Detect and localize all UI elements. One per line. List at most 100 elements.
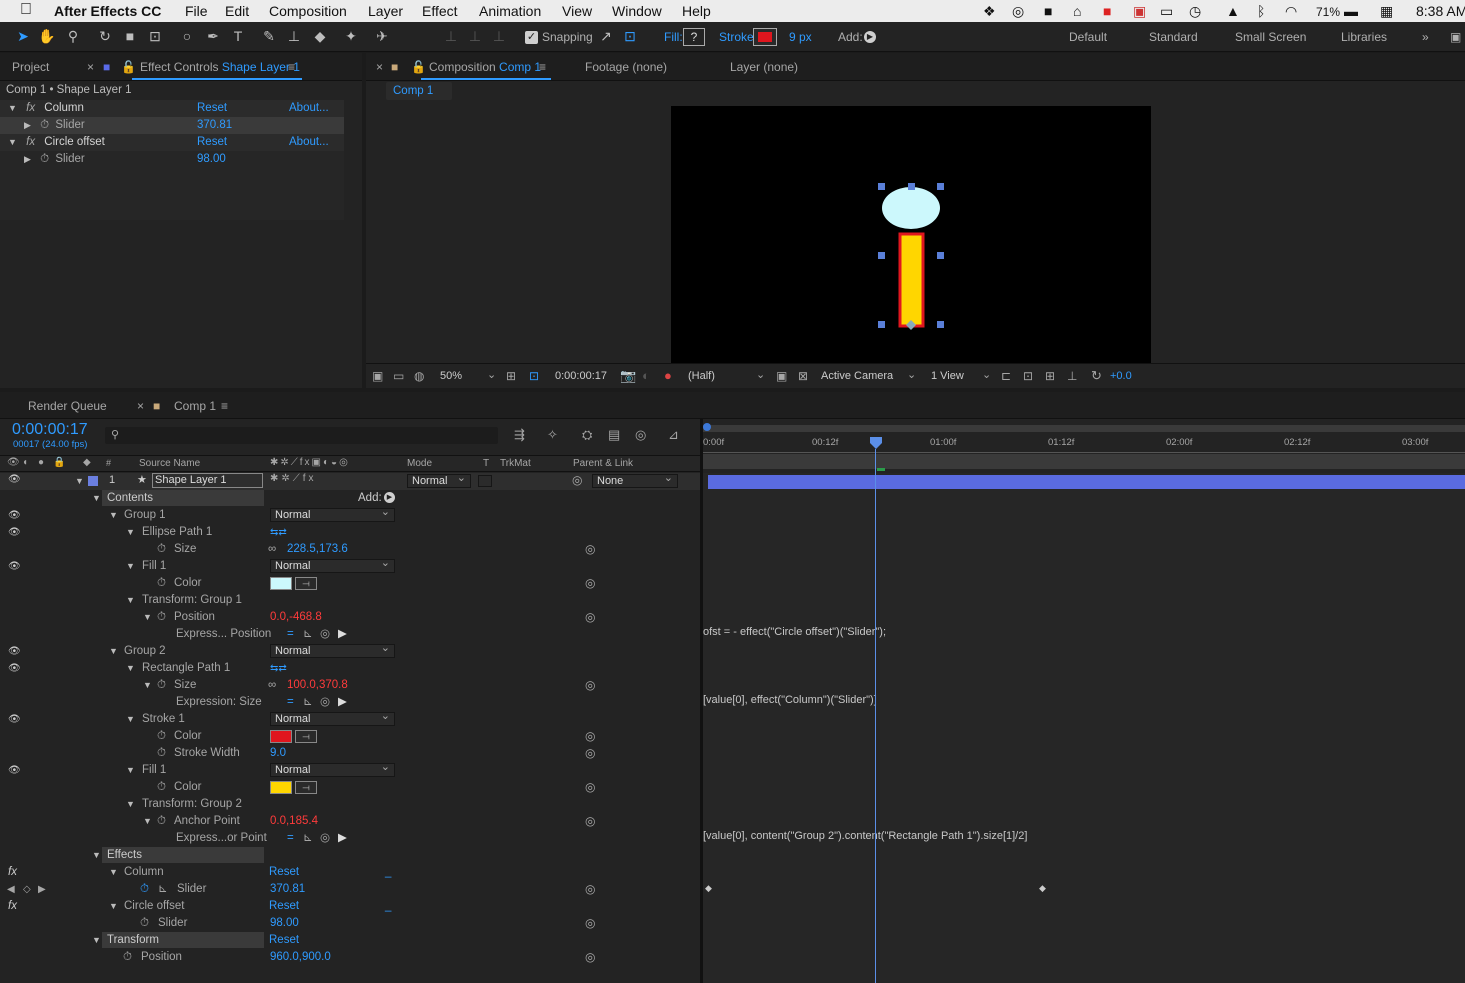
workspace-menu-icon[interactable]: ▣ [1450,30,1461,44]
fx-icon[interactable]: fx [8,898,17,915]
blend-mode-dropdown[interactable]: Normal [270,642,395,658]
selection-tool-icon[interactable]: ➤ [14,27,32,45]
expression-menu-icon[interactable]: ▶ [338,694,347,711]
camera-tool-icon[interactable]: ■ [121,27,139,45]
workspace-libraries[interactable]: Libraries [1341,30,1387,44]
reset-button[interactable]: Reset [197,134,227,151]
stopwatch-icon[interactable]: ⏱ [157,677,166,694]
expression-anchor-text[interactable]: [value[0], content("Group 2").content("R… [703,830,1027,842]
more-workspaces-icon[interactable]: » [1422,30,1429,44]
visibility-eye-icon[interactable]: 👁 [8,507,21,524]
stopwatch-icon[interactable]: ⏱ [157,541,166,558]
expand-triangle-icon[interactable]: ▼ [75,476,84,486]
circle-offset-slider-row[interactable]: ⏱ Slider 98.00 ◎ [0,915,700,932]
switches-header-icon[interactable]: ✱✲⟋fx▣◐◒◎ [270,457,350,468]
menu-layer[interactable]: Layer [368,3,403,19]
mask-visibility-icon[interactable]: ◍ [414,369,424,383]
path-direction-icon[interactable]: ⇆⇄ [270,524,287,541]
slider-value[interactable]: 370.81 [197,117,232,134]
effects-row[interactable]: ▼ Effects [0,847,700,864]
fill2-row[interactable]: 👁 ▼ Fill 1 Normal [0,761,700,779]
expand-triangle-icon[interactable]: ▼ [143,813,152,830]
expand-triangle-icon[interactable]: ▶ [24,120,31,130]
clone-stamp-tool-icon[interactable]: ⊥ [285,27,303,45]
snapshot-icon[interactable]: 📷 [620,368,636,384]
ellipse-size-value[interactable]: 228.5,173.6 [287,541,348,558]
handle-tr[interactable] [937,183,944,190]
effect-options-icon[interactable]: _ [385,864,391,881]
toggle-pixel-icon[interactable]: ⊏ [1001,369,1011,383]
effect-options-icon[interactable]: _ [385,898,391,915]
expand-triangle-icon[interactable]: ▼ [92,847,101,864]
expand-triangle-icon[interactable]: ▼ [126,524,135,541]
circle-offset-effect-row[interactable]: fx ▼ Circle offset Reset _ [0,898,700,915]
stopwatch-icon[interactable]: ⏱ [157,575,166,592]
expression-position-text[interactable]: ofst = - effect("Circle offset")("Slider… [703,626,886,638]
expand-triangle-icon[interactable]: ▼ [8,137,17,147]
graph-icon[interactable]: ⊾ [303,694,313,711]
ellipse-shape[interactable] [882,187,940,229]
comp-mini-flowchart-icon[interactable]: ⇶ [514,427,525,443]
zoom-dropdown[interactable]: 50% [440,370,462,382]
effect-row-column[interactable]: ▼ fx Column Reset About... [0,100,344,117]
axis-view-icon[interactable]: ⊥ [490,27,508,45]
add-keyframe-icon[interactable]: ◇ [23,881,31,898]
ellipse-path-row[interactable]: 👁 ▼ Ellipse Path 1 ⇆⇄ [0,524,700,541]
brush-tool-icon[interactable]: ✎ [260,27,278,45]
pickwhip-icon[interactable]: ◎ [585,728,595,745]
playhead-line[interactable] [875,449,876,983]
solo-icon[interactable]: ● [38,457,44,468]
stopwatch-icon[interactable]: ⏱ [40,119,49,131]
type-tool-icon[interactable]: T [229,27,247,45]
pan-behind-tool-icon[interactable]: ⊡ [146,27,164,45]
pickwhip-icon[interactable]: ◎ [585,541,595,558]
fx-icon[interactable]: fx [26,136,35,148]
blend-mode-dropdown[interactable]: Normal [270,761,395,777]
expand-triangle-icon[interactable]: ▼ [109,898,118,915]
mode-header[interactable]: Mode [407,458,432,469]
path-direction-icon[interactable]: ⇆⇄ [270,660,287,677]
expression-menu-icon[interactable]: ▶ [338,830,347,847]
timeline-timecode[interactable]: 0:00:00:17 [12,421,88,439]
eyedropper-icon[interactable]: ⟞ [295,730,317,743]
eyedropper-icon[interactable]: ⟞ [295,781,317,794]
app-menu[interactable]: After Effects CC [54,3,161,19]
channel-icon[interactable]: ● [664,368,672,383]
exposure-icon[interactable]: ↻ [1091,368,1102,384]
ellipse-tool-icon[interactable]: ○ [178,27,196,45]
expand-triangle-icon[interactable]: ▼ [92,490,101,507]
roto-brush-tool-icon[interactable]: ✦ [342,27,360,45]
transparency-grid-icon[interactable]: ⊠ [798,369,808,383]
visibility-eye-icon[interactable]: 👁 [8,711,21,728]
panel-menu-icon[interactable]: ≡ [221,399,228,413]
about-button[interactable]: About... [289,134,329,151]
panel-menu-icon[interactable]: ≡ [539,60,546,74]
fill-swatch[interactable]: ? [683,28,705,46]
hand-tool-icon[interactable]: ✋ [38,27,56,45]
timeline-icon[interactable]: ⊞ [1045,369,1055,383]
puppet-tool-icon[interactable]: ✈ [373,27,391,45]
stopwatch-active-icon[interactable]: ⏱ [140,881,149,898]
contents-add-button[interactable]: ▶ [384,492,395,503]
stopwatch-icon[interactable]: ⏱ [40,153,49,165]
transform-group1-row[interactable]: ▼ Transform: Group 1 [0,592,700,609]
layer-name[interactable]: Shape Layer 1 [152,473,263,488]
grid-icon[interactable]: ⊞ [506,369,516,383]
expression-enable-icon[interactable]: = [287,626,294,643]
fill-label[interactable]: Fill: [664,30,683,44]
comp-canvas[interactable] [671,106,1151,363]
axis-world-icon[interactable]: ⊥ [466,27,484,45]
source-name-header[interactable]: Source Name [139,458,200,469]
panel-menu-icon[interactable]: ≡ [288,60,295,74]
transform-group2-row[interactable]: ▼ Transform: Group 2 [0,796,700,813]
flowchart-icon[interactable]: ⊥ [1067,369,1077,383]
axis-local-icon[interactable]: ⊥ [442,27,460,45]
anchor-point-value[interactable]: 0.0,185.4 [270,813,318,830]
rectangle-path-row[interactable]: 👁 ▼ Rectangle Path 1 ⇆⇄ [0,660,700,677]
keyframe-icon[interactable]: ◆ [705,883,712,894]
rect-size-row[interactable]: ▼ ⏱ Size ∞ 100.0,370.8 ◎ [0,677,700,694]
keyframe-icon[interactable]: ◆ [1039,883,1046,894]
rectangle-shape[interactable] [898,232,925,328]
tab-composition[interactable]: Composition Comp 1 [429,60,541,74]
pickwhip-icon[interactable]: ◎ [585,609,595,626]
